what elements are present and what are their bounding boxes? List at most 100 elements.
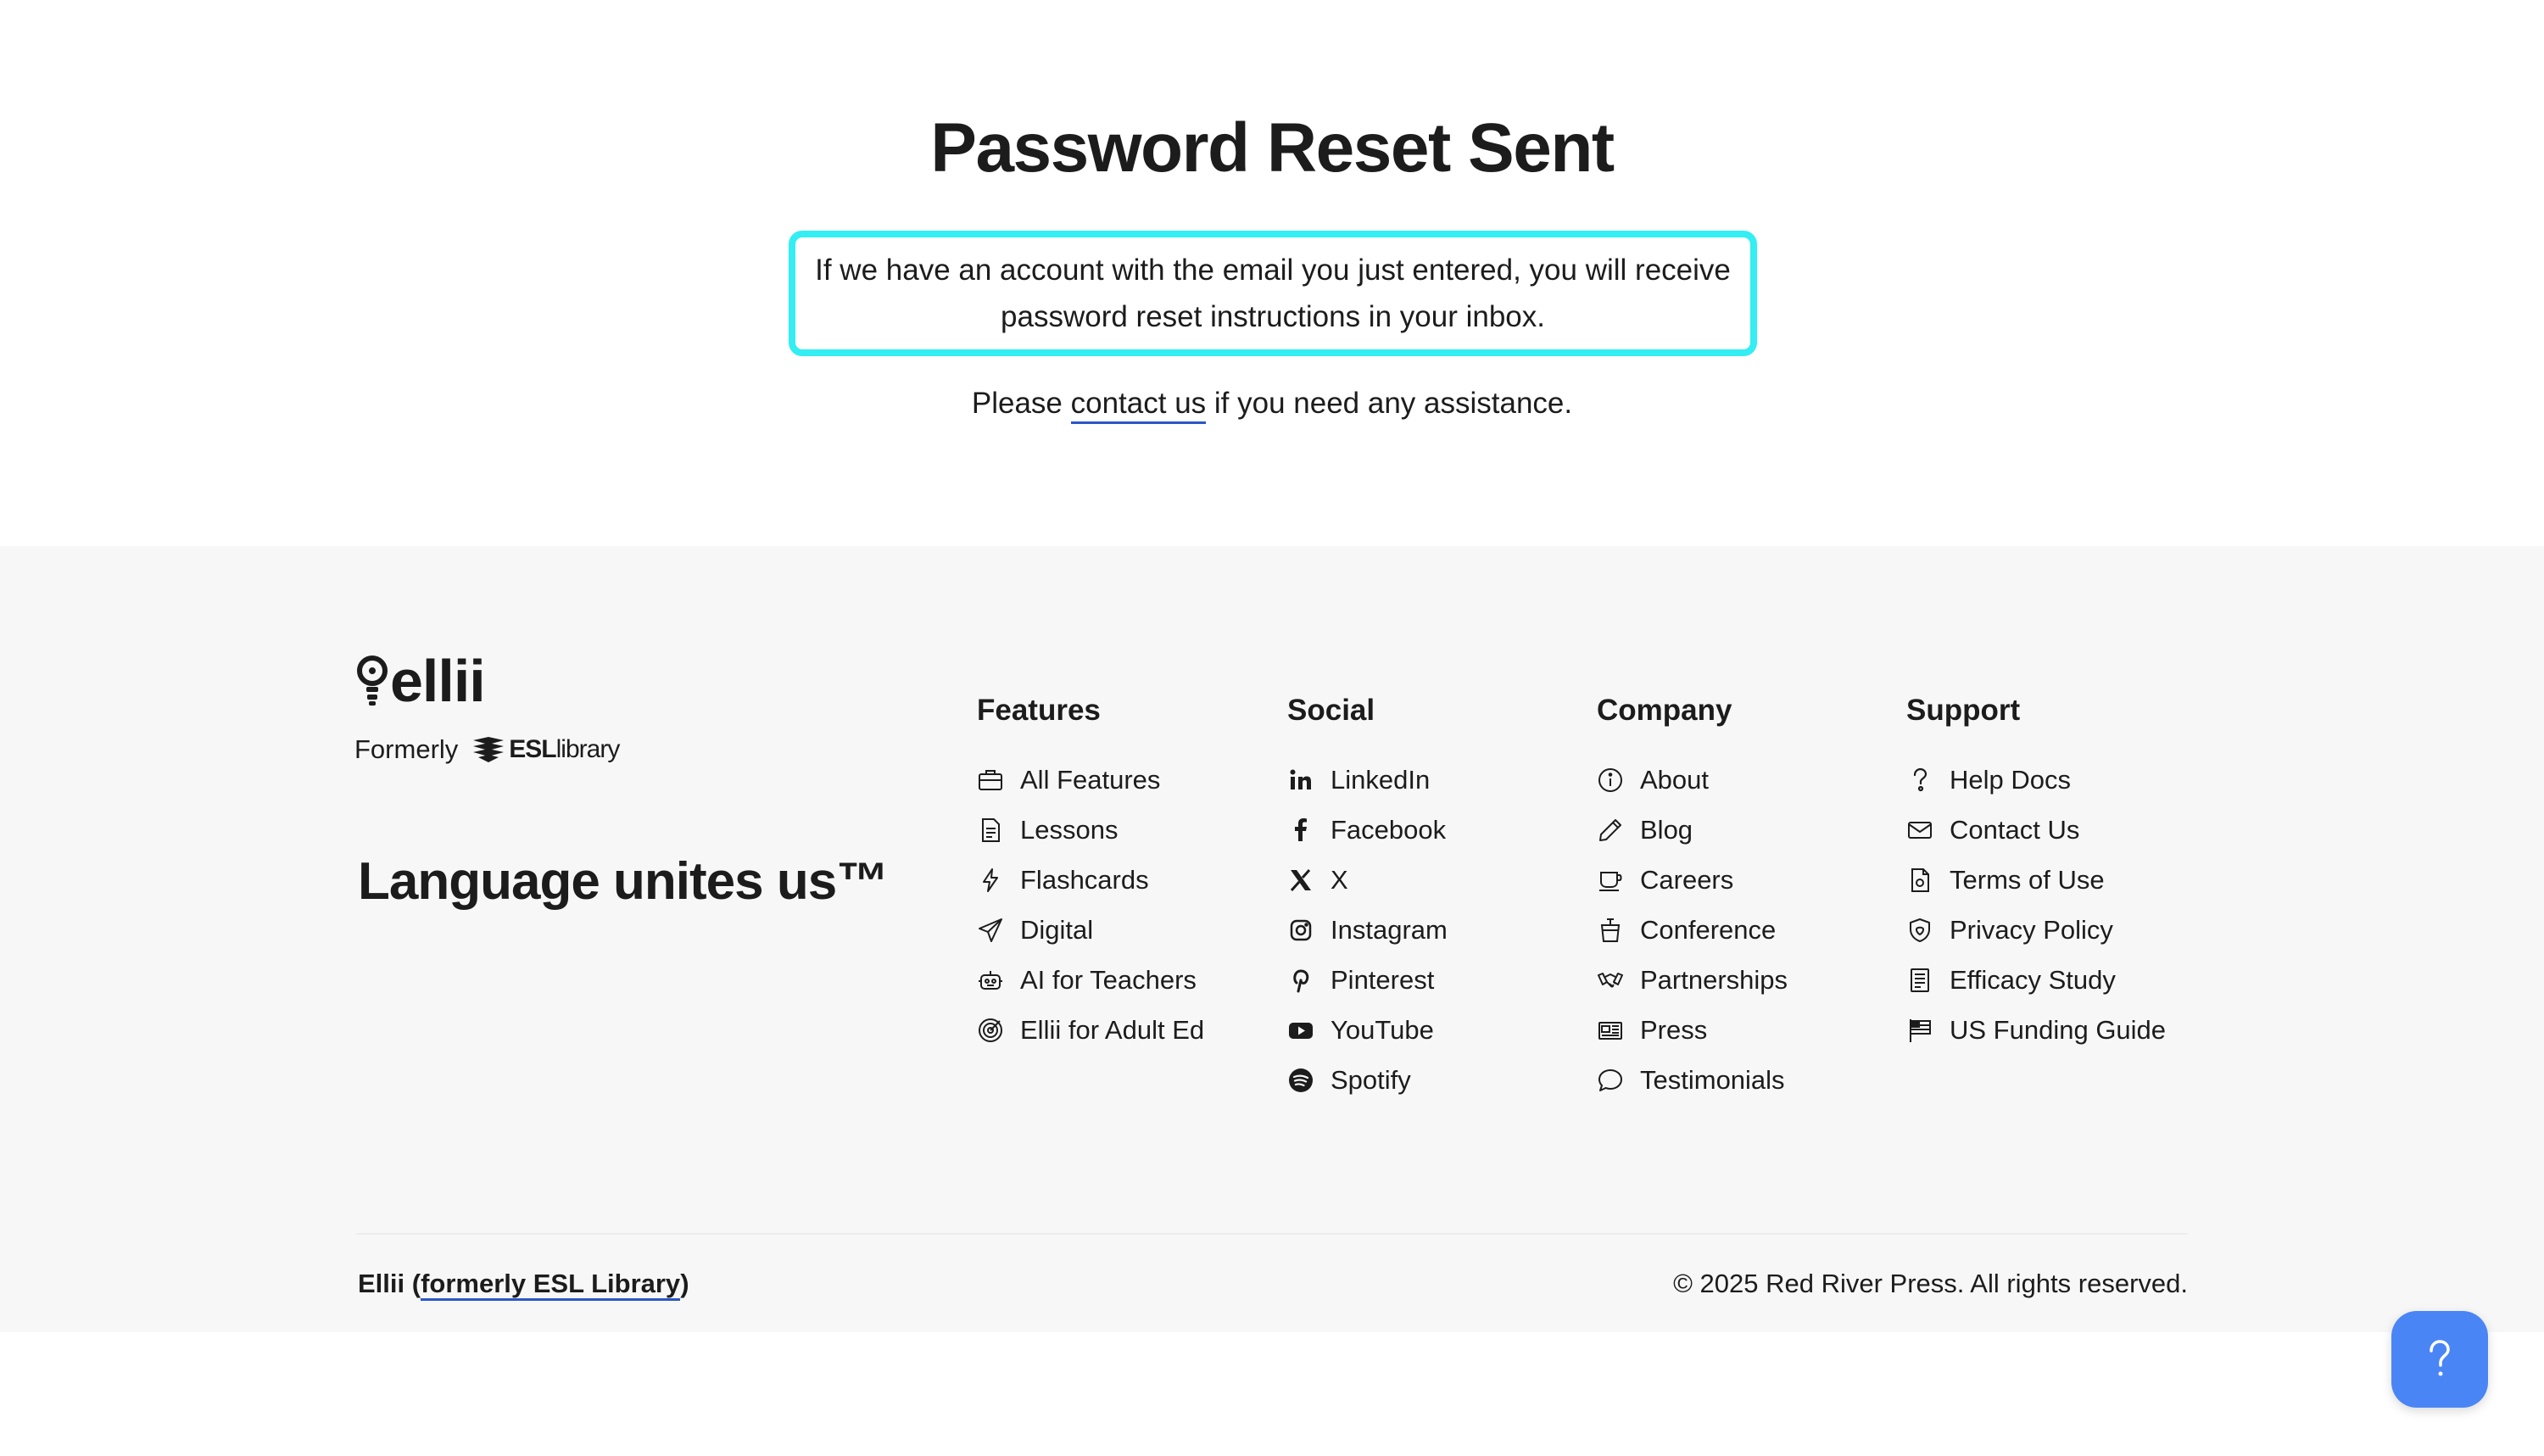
support-column: Support Help Docs Contact Us Terms of Us… — [1906, 694, 2166, 1055]
support-item-label: Terms of Use — [1950, 864, 2105, 895]
features-item-flashcards[interactable]: Flashcards — [977, 855, 1204, 905]
company-item-testimonials[interactable]: Testimonials — [1597, 1055, 1788, 1105]
copyright: © 2025 Red River Press. All rights reser… — [1673, 1269, 2188, 1298]
pinterest-icon — [1293, 968, 1309, 992]
shield-icon — [1910, 918, 1930, 942]
company-item-conference[interactable]: Conference — [1597, 905, 1788, 955]
document-icon — [982, 817, 1000, 842]
features-item-lessons[interactable]: Lessons — [977, 805, 1204, 855]
company-item-blog[interactable]: Blog — [1597, 805, 1788, 855]
esl-wordmark-bold: ESL — [509, 735, 556, 763]
features-item-ellii-for-adult-ed[interactable]: Ellii for Adult Ed — [977, 1005, 1204, 1055]
social-column: Social LinkedIn Facebook X Instagram Pin… — [1287, 694, 1448, 1105]
ellii-logo[interactable]: ellii — [356, 651, 619, 711]
file-icon — [1911, 867, 1929, 892]
youtube-icon — [1289, 1022, 1313, 1039]
social-item-pinterest[interactable]: Pinterest — [1287, 955, 1448, 1005]
social-item-label: X — [1331, 864, 1348, 895]
lightning-icon — [983, 867, 998, 892]
support-item-label: Help Docs — [1950, 764, 2071, 795]
contact-us-link[interactable]: contact us — [1070, 387, 1207, 424]
lightbulb-icon — [357, 655, 388, 706]
company-item-press[interactable]: Press — [1597, 1005, 1788, 1055]
company-item-label: Testimonials — [1640, 1064, 1785, 1095]
social-item-linkedin[interactable]: LinkedIn — [1287, 755, 1448, 805]
question-mark-icon — [2430, 1340, 2450, 1376]
company-item-label: Blog — [1640, 814, 1693, 845]
assistance-text: Please contact us if you need any assist… — [0, 387, 2544, 424]
esl-library-logo-icon — [473, 737, 505, 762]
assist-prefix: Please — [971, 387, 1071, 420]
features-item-label: AI for Teachers — [1020, 964, 1197, 995]
company-item-label: Careers — [1640, 864, 1734, 895]
logo-text: ellii — [390, 648, 486, 714]
support-item-label: Privacy Policy — [1950, 914, 2113, 945]
company-item-label: Conference — [1640, 914, 1777, 945]
company-item-careers[interactable]: Careers — [1597, 855, 1788, 905]
flag-icon — [1910, 1018, 1931, 1042]
help-button[interactable] — [2391, 1311, 2488, 1408]
company-heading: Company — [1597, 694, 1732, 727]
tagline: Language unites us™ — [358, 852, 889, 911]
social-item-label: LinkedIn — [1331, 764, 1431, 795]
close-paren: ) — [680, 1269, 689, 1298]
company-item-label: Press — [1640, 1014, 1708, 1045]
x-icon — [1290, 868, 1311, 891]
company-item-partnerships[interactable]: Partnerships — [1597, 955, 1788, 1005]
features-item-digital[interactable]: Digital — [977, 905, 1204, 955]
features-item-ai-for-teachers[interactable]: AI for Teachers — [977, 955, 1204, 1005]
company-item-label: Partnerships — [1640, 964, 1788, 995]
notice-text: If we have an account with the email you… — [815, 254, 1731, 333]
social-item-youtube[interactable]: YouTube — [1287, 1005, 1448, 1055]
support-item-contact-us[interactable]: Contact Us — [1906, 805, 2166, 855]
features-column: Features All Features Lessons Flashcards… — [977, 694, 1204, 1055]
report-icon — [1911, 968, 1929, 992]
speech-bubble-icon — [1598, 1068, 1622, 1091]
envelope-icon — [1908, 821, 1932, 839]
company-column: Company About Blog Careers Conference Pa… — [1597, 694, 1788, 1105]
robot-icon — [979, 970, 1002, 990]
social-item-spotify[interactable]: Spotify — [1287, 1055, 1448, 1105]
features-item-all-features[interactable]: All Features — [977, 755, 1204, 805]
coffee-cup-icon — [1599, 871, 1622, 891]
formerly-esl-library-link[interactable]: formerly ESL Library — [421, 1269, 681, 1301]
briefcase-icon — [979, 769, 1002, 790]
target-icon — [979, 1018, 1002, 1042]
page-title: Password Reset Sent — [930, 109, 1615, 187]
support-item-efficacy-study[interactable]: Efficacy Study — [1906, 955, 2166, 1005]
support-item-label: US Funding Guide — [1950, 1014, 2167, 1045]
support-item-label: Contact Us — [1950, 814, 2080, 845]
notice-box: If we have an account with the email you… — [789, 231, 1757, 356]
company-item-about[interactable]: About — [1597, 755, 1788, 805]
facebook-icon — [1295, 817, 1307, 841]
formerly-label: Formerly — [354, 734, 459, 764]
newspaper-icon — [1598, 1021, 1622, 1040]
instagram-icon — [1290, 919, 1312, 940]
podium-icon — [1600, 918, 1621, 942]
page: Password Reset Sent If we have an accoun… — [0, 0, 2544, 1456]
features-item-label: Flashcards — [1020, 864, 1149, 895]
support-item-label: Efficacy Study — [1950, 964, 2116, 995]
social-item-facebook[interactable]: Facebook — [1287, 805, 1448, 855]
spotify-icon — [1289, 1068, 1313, 1092]
footer-company-name: Ellii (formerly ESL Library) — [358, 1269, 689, 1301]
support-item-us-funding-guide[interactable]: US Funding Guide — [1906, 1005, 2166, 1055]
question-icon — [1913, 767, 1928, 791]
social-item-label: Pinterest — [1331, 964, 1435, 995]
support-item-terms-of-use[interactable]: Terms of Use — [1906, 855, 2166, 905]
brand: ellii Formerly ESLlibrary — [354, 651, 620, 765]
pencil-icon — [1599, 818, 1621, 841]
social-item-instagram[interactable]: Instagram — [1287, 905, 1448, 955]
features-item-label: Ellii for Adult Ed — [1020, 1014, 1205, 1045]
support-item-privacy-policy[interactable]: Privacy Policy — [1906, 905, 2166, 955]
info-icon — [1598, 767, 1622, 792]
social-heading: Social — [1287, 694, 1375, 727]
social-item-label: Instagram — [1331, 914, 1448, 945]
support-item-help-docs[interactable]: Help Docs — [1906, 755, 2166, 805]
reset-section: Password Reset Sent If we have an accoun… — [0, 0, 2544, 546]
footer-divider — [356, 1233, 2188, 1235]
linkedin-icon — [1290, 769, 1311, 789]
social-item-x[interactable]: X — [1287, 855, 1448, 905]
features-item-label: All Features — [1020, 764, 1161, 795]
esl-library-wordmark: ESLlibrary — [509, 735, 620, 764]
